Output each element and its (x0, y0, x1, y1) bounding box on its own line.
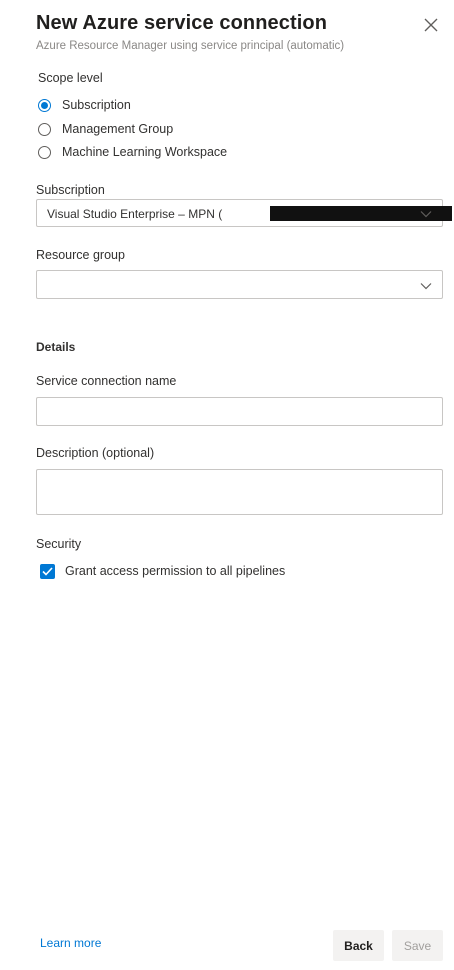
scope-level-label: Scope level (38, 71, 103, 85)
radio-management-group-label: Management Group (62, 122, 174, 136)
close-icon (424, 18, 438, 32)
description-label: Description (optional) (36, 446, 155, 460)
radio-selected-icon (38, 98, 51, 112)
back-button[interactable]: Back (333, 930, 384, 961)
save-button[interactable]: Save (392, 930, 443, 961)
chevron-down-icon (420, 283, 432, 290)
radio-ml-workspace[interactable]: Machine Learning Workspace (38, 143, 227, 161)
details-heading: Details (36, 340, 76, 354)
service-connection-name-label: Service connection name (36, 374, 177, 388)
service-connection-panel: New Azure service connection Azure Resou… (0, 0, 454, 970)
close-button[interactable] (420, 14, 442, 36)
description-textarea[interactable] (36, 469, 443, 515)
radio-unselected-icon (38, 122, 51, 136)
resource-group-label: Resource group (36, 248, 125, 262)
dialog-subtitle: Azure Resource Manager using service pri… (36, 40, 345, 52)
radio-ml-workspace-label: Machine Learning Workspace (62, 145, 228, 159)
learn-more-link[interactable]: Learn more (40, 936, 101, 950)
subscription-dropdown[interactable]: Visual Studio Enterprise – MPN ( (36, 199, 452, 227)
grant-access-label: Grant access permission to all pipelines (65, 564, 286, 578)
subscription-value: Visual Studio Enterprise – MPN ( (47, 207, 223, 221)
security-label: Security (36, 537, 82, 551)
checkbox-checked-icon (40, 563, 55, 579)
radio-unselected-icon (38, 145, 51, 159)
subscription-label: Subscription (36, 183, 105, 197)
grant-access-checkbox[interactable]: Grant access permission to all pipelines (40, 562, 285, 580)
dialog-title: New Azure service connection (36, 12, 328, 34)
resource-group-dropdown[interactable] (36, 270, 443, 299)
chevron-down-icon (420, 211, 432, 218)
radio-subscription-label: Subscription (62, 98, 131, 112)
radio-subscription[interactable]: Subscription (38, 96, 131, 114)
service-connection-name-input[interactable] (36, 397, 443, 426)
radio-management-group[interactable]: Management Group (38, 120, 173, 138)
